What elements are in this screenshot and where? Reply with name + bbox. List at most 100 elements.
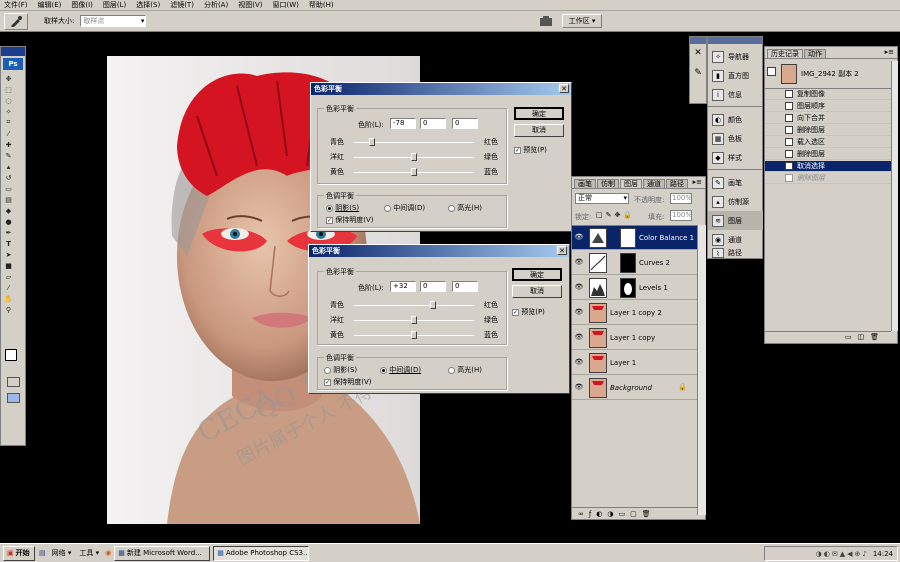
- layers-footer-buttons[interactable]: ∞ƒ◐◑▭▢🗑: [572, 507, 697, 520]
- dock-paths[interactable]: ⌇ 路径: [708, 247, 763, 259]
- shadows-radio[interactable]: 阴影(S): [324, 365, 357, 375]
- tools-toolbar[interactable]: 工具 ▾: [79, 548, 99, 558]
- brush-options-icon[interactable]: ✎: [690, 68, 706, 78]
- menu-file[interactable]: 文件(F): [4, 0, 28, 10]
- slider-magenta-green[interactable]: [354, 153, 474, 161]
- menu-window[interactable]: 窗口(W): [272, 0, 298, 10]
- layer-1[interactable]: 👁 Layer 1: [572, 351, 697, 375]
- brush-tool-icon[interactable]: ✎: [3, 150, 14, 161]
- menu-view[interactable]: 视图(V): [238, 0, 262, 10]
- eye-icon[interactable]: 👁: [574, 258, 584, 267]
- panel-menu-icon[interactable]: ▸≡: [885, 48, 894, 56]
- fill-input[interactable]: 100%: [670, 210, 692, 221]
- highlights-radio[interactable]: 高光(H): [448, 203, 482, 213]
- layer-1-copy[interactable]: 👁 Layer 1 copy: [572, 326, 697, 350]
- layer-curves-2[interactable]: 👁 Curves 2: [572, 251, 697, 275]
- level-input-yellow-blue[interactable]: 0: [452, 118, 478, 129]
- layers-scrollbar[interactable]: [697, 225, 706, 515]
- history-item-undone[interactable]: 删除图层: [765, 173, 891, 184]
- slider-thumb[interactable]: [369, 138, 375, 146]
- move-tool-icon[interactable]: ✥: [3, 73, 14, 84]
- cancel-button[interactable]: 取消: [514, 124, 564, 137]
- close-icon[interactable]: ✕: [557, 246, 567, 255]
- blur-tool-icon[interactable]: ◆: [3, 205, 14, 216]
- menu-layer[interactable]: 图层(L): [103, 0, 126, 10]
- level-input-magenta-green[interactable]: 0: [420, 281, 446, 292]
- slider-thumb[interactable]: [411, 153, 417, 161]
- cancel-button[interactable]: 取消: [512, 285, 562, 298]
- magic-wand-icon[interactable]: ✧: [3, 106, 14, 117]
- sample-size-select[interactable]: 取样点 ▾: [80, 15, 147, 27]
- layer-levels-1[interactable]: 👁 Levels 1: [572, 276, 697, 300]
- dialog-title-bar[interactable]: 色彩平衡 ✕: [309, 245, 569, 257]
- opacity-input[interactable]: 100%: [670, 193, 692, 204]
- eye-icon[interactable]: 👁: [574, 383, 584, 392]
- slider-yellow-blue[interactable]: [354, 168, 474, 176]
- layer-background[interactable]: 👁 Background 🔒: [572, 376, 697, 400]
- eyedropper-tool-icon[interactable]: ⁄: [3, 282, 14, 293]
- document-icon[interactable]: [538, 14, 554, 28]
- dock-histogram[interactable]: ▮ 直方图: [708, 66, 763, 85]
- shadows-radio[interactable]: 阴影(S): [326, 203, 359, 213]
- dodge-tool-icon[interactable]: ●: [3, 216, 14, 227]
- layer-1-copy-2[interactable]: 👁 Layer 1 copy 2: [572, 301, 697, 325]
- marquee-tool-icon[interactable]: ⬚: [3, 84, 14, 95]
- slider-magenta-green[interactable]: [354, 316, 474, 324]
- notes-tool-icon[interactable]: ▱: [3, 271, 14, 282]
- dock-navigator[interactable]: ✧ 导航器: [708, 47, 763, 66]
- history-item[interactable]: 图层顺序: [765, 101, 891, 112]
- dock-brushes[interactable]: ✎ 画笔: [708, 173, 763, 192]
- eraser-tool-icon[interactable]: ▭: [3, 183, 14, 194]
- tab-channels[interactable]: 通道: [643, 179, 665, 188]
- history-snapshot[interactable]: IMG_2942 副本 2: [765, 61, 891, 89]
- midtones-radio[interactable]: 中间调(D): [384, 203, 425, 213]
- toolbox-header[interactable]: [1, 47, 25, 56]
- history-item[interactable]: 载入选区: [765, 137, 891, 148]
- browser-icon[interactable]: ◉: [105, 549, 111, 557]
- close-icon[interactable]: ✕: [559, 84, 569, 93]
- tray-icons[interactable]: ◑◐✉▲◀⊕♪: [816, 550, 869, 558]
- dock-info[interactable]: i 信息: [708, 85, 763, 104]
- network-toolbar[interactable]: 网络 ▾: [52, 548, 72, 558]
- preserve-luminosity-checkbox[interactable]: ✓ 保持明度(V): [324, 377, 372, 387]
- preview-checkbox[interactable]: ✓ 预览(P): [512, 307, 545, 317]
- dock-styles[interactable]: ◆ 样式: [708, 148, 763, 167]
- history-brush-source-icon[interactable]: [767, 67, 776, 76]
- shape-tool-icon[interactable]: ■: [3, 260, 14, 271]
- history-item[interactable]: 删除图层: [765, 125, 891, 136]
- midtones-radio[interactable]: 中间调(D): [380, 365, 421, 375]
- healing-brush-icon[interactable]: ✚: [3, 139, 14, 150]
- pen-tool-icon[interactable]: ✒: [3, 227, 14, 238]
- tool-preset-picker[interactable]: [4, 12, 28, 30]
- tools-icon[interactable]: ✕: [690, 48, 706, 58]
- history-item[interactable]: 删除图层: [765, 149, 891, 160]
- slider-yellow-blue[interactable]: [354, 331, 474, 339]
- clone-stamp-icon[interactable]: ▴: [3, 161, 14, 172]
- menu-analysis[interactable]: 分析(A): [204, 0, 228, 10]
- blend-mode-select[interactable]: 正常 ▾: [575, 193, 629, 204]
- history-item[interactable]: 向下合并: [765, 113, 891, 124]
- tab-brushes[interactable]: 画笔: [574, 179, 596, 188]
- zoom-tool-icon[interactable]: ⚲: [3, 304, 14, 315]
- tab-clone-source[interactable]: 仿制: [597, 179, 619, 188]
- dock-clone-source[interactable]: ▴ 仿制源: [708, 192, 763, 211]
- foreground-color-swatch[interactable]: [5, 349, 17, 361]
- level-input-cyan-red[interactable]: +32: [390, 281, 416, 292]
- slider-cyan-red[interactable]: [354, 301, 474, 309]
- history-item[interactable]: 复制图像: [765, 89, 891, 100]
- lock-icons[interactable]: □✎✥🔒: [596, 211, 635, 219]
- desktop-icon[interactable]: ▤: [39, 549, 46, 557]
- slider-thumb[interactable]: [430, 301, 436, 309]
- path-select-icon[interactable]: ➤: [3, 249, 14, 260]
- dock-layers[interactable]: ≋ 图层: [708, 211, 763, 230]
- screen-mode-icon[interactable]: [7, 393, 20, 403]
- hand-tool-icon[interactable]: ✋: [3, 293, 14, 304]
- preview-checkbox[interactable]: ✓ 预览(P): [514, 145, 547, 155]
- history-scrollbar[interactable]: [891, 61, 898, 331]
- layer-color-balance-1[interactable]: 👁 Color Balance 1: [572, 226, 697, 250]
- gradient-tool-icon[interactable]: ▤: [3, 194, 14, 205]
- slice-tool-icon[interactable]: ⁄: [3, 128, 14, 139]
- dialog-title-bar[interactable]: 色彩平衡 ✕: [311, 83, 571, 95]
- eye-icon[interactable]: 👁: [574, 308, 584, 317]
- slider-thumb[interactable]: [411, 331, 417, 339]
